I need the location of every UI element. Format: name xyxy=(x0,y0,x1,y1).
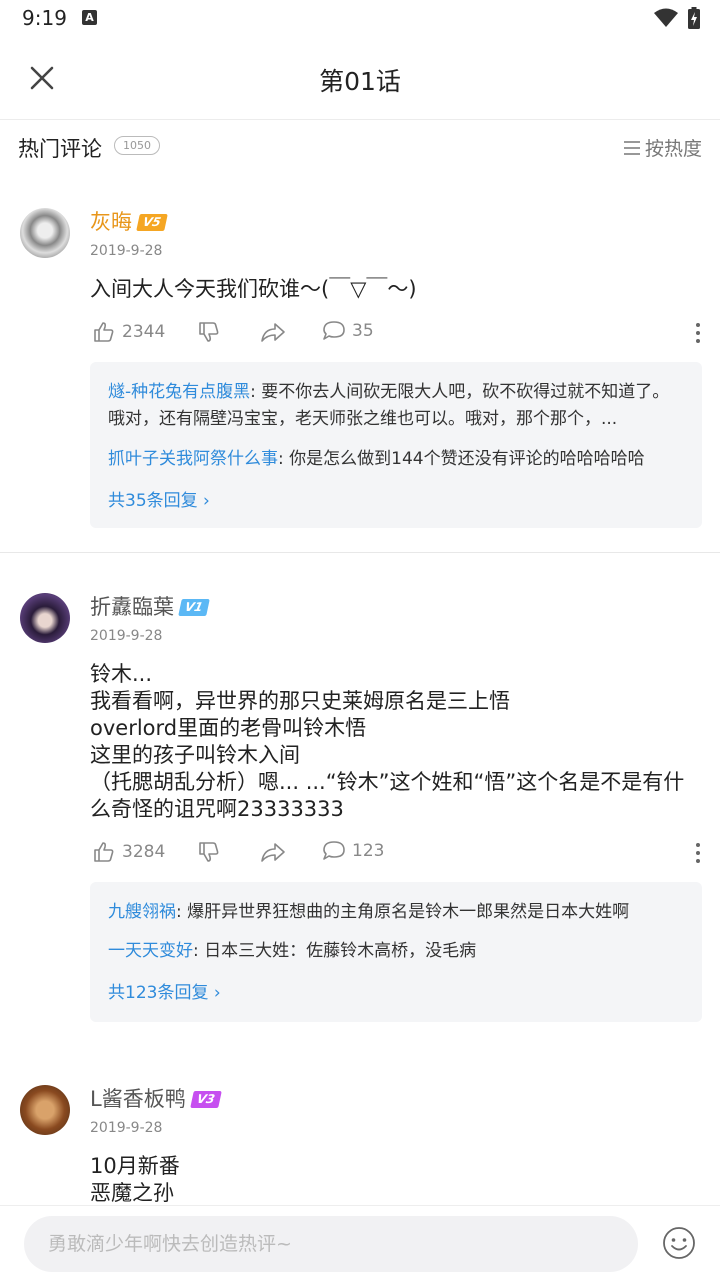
sort-label: 按热度 xyxy=(644,138,702,160)
like-icon xyxy=(94,322,114,342)
comment-text: 铃木... 我看看啊，异世界的那只史莱姆原名是三上悟 overlord里面的老骨… xyxy=(90,662,685,821)
comment-actions: 2344 35 xyxy=(92,320,704,350)
comment-date: 2019-9-28 xyxy=(90,243,163,259)
reply-username[interactable]: 燧-种花兔有点腹黑 xyxy=(108,382,250,402)
username[interactable]: 折纛臨葉 V1 xyxy=(90,591,210,621)
section-title: 热门评论 xyxy=(18,137,102,161)
reply-item[interactable]: 燧-种花兔有点腹黑: 要不你去人间砍无限大人吧，砍不砍得过就不知道了。哦对，还有… xyxy=(108,379,684,433)
comment-icon xyxy=(323,841,345,860)
comment-item: 折纛臨葉 V1 2019-9-28 铃木... 我看看啊，异世界的那只史莱姆原名是… xyxy=(0,585,720,1045)
reply-item[interactable]: 抓叶子关我阿祭什么事: 你是怎么做到144个赞还没有评论的哈哈哈哈哈 xyxy=(108,446,684,473)
top-bar: 第01话 xyxy=(0,38,720,120)
dislike-icon xyxy=(199,842,219,862)
username[interactable]: 灰晦 V5 xyxy=(90,206,168,236)
comment-input-bar xyxy=(0,1205,720,1280)
share-button[interactable] xyxy=(260,840,286,864)
reply-username[interactable]: 九艘翎祸 xyxy=(108,902,176,922)
reply-text: : 爆肝异世界狂想曲的主角原名是铃木一郎果然是日本大姓啊 xyxy=(176,902,630,922)
avatar[interactable] xyxy=(20,593,70,643)
level-badge: V5 xyxy=(136,214,168,231)
comment-input[interactable] xyxy=(24,1216,638,1272)
status-time: 9:19 xyxy=(22,6,67,30)
reply-preview-box[interactable]: 燧-种花兔有点腹黑: 要不你去人间砍无限大人吧，砍不砍得过就不知道了。哦对，还有… xyxy=(90,362,702,528)
username[interactable]: L酱香板鸭 V3 xyxy=(90,1083,222,1113)
reply-item[interactable]: 九艘翎祸: 爆肝异世界狂想曲的主角原名是铃木一郎果然是日本大姓啊 xyxy=(108,899,684,926)
reply-item[interactable]: 一天天变好: 日本三大姓：佐藤铃木高桥，没毛病 xyxy=(108,938,684,965)
reply-username[interactable]: 一天天变好 xyxy=(108,941,193,961)
comment-icon xyxy=(323,321,345,340)
wifi-icon xyxy=(654,8,678,27)
reply-username[interactable]: 抓叶子关我阿祭什么事 xyxy=(108,449,278,469)
comment-count-badge: 1050 xyxy=(114,136,160,155)
reply-button[interactable]: 35 xyxy=(322,320,374,342)
avatar[interactable] xyxy=(20,208,70,258)
status-bar: 9:19 A xyxy=(0,0,720,38)
reply-preview-box[interactable]: 九艘翎祸: 爆肝异世界狂想曲的主角原名是铃木一郎果然是日本大姓啊 一天天变好: … xyxy=(90,882,702,1022)
emoji-icon[interactable] xyxy=(662,1226,696,1260)
share-button[interactable] xyxy=(260,320,286,344)
share-icon xyxy=(261,323,285,342)
like-button[interactable]: 3284 xyxy=(92,840,165,864)
more-icon[interactable] xyxy=(694,322,702,344)
comment-actions: 3284 123 xyxy=(92,840,704,870)
dislike-button[interactable] xyxy=(197,320,221,344)
comment-date: 2019-9-28 xyxy=(90,1120,163,1136)
dislike-button[interactable] xyxy=(197,840,221,864)
sort-button[interactable]: 按热度 xyxy=(623,134,702,161)
comment-text: 入间大人今天我们砍谁～(￣▽￣～) xyxy=(90,277,417,301)
sort-icon xyxy=(623,140,640,155)
comment-text: 10月新番 恶魔之孙 xyxy=(90,1154,180,1205)
view-all-replies-link[interactable]: 共123条回复 › xyxy=(108,978,221,1003)
reply-button[interactable]: 123 xyxy=(322,840,384,862)
share-icon xyxy=(261,843,285,862)
comment-date: 2019-9-28 xyxy=(90,628,163,644)
more-icon[interactable] xyxy=(694,842,702,864)
avatar[interactable] xyxy=(20,1085,70,1135)
hot-comments-header: 热门评论 1050 按热度 xyxy=(0,121,720,173)
reply-text: : 日本三大姓：佐藤铃木高桥，没毛病 xyxy=(193,941,477,961)
comment-item: L酱香板鸭 V3 2019-9-28 10月新番 恶魔之孙 xyxy=(0,1077,720,1205)
level-badge: V3 xyxy=(189,1091,222,1108)
comment-item: 灰晦 V5 2019-9-28 入间大人今天我们砍谁～(￣▽￣～) 2344 35… xyxy=(0,200,720,552)
notification-a-icon: A xyxy=(82,10,97,25)
like-icon xyxy=(94,842,114,862)
view-all-replies-link[interactable]: 共35条回复 › xyxy=(108,486,210,511)
reply-text: : 你是怎么做到144个赞还没有评论的哈哈哈哈哈 xyxy=(278,449,645,469)
page-title: 第01话 xyxy=(319,67,401,96)
like-button[interactable]: 2344 xyxy=(92,320,165,344)
battery-icon xyxy=(688,7,700,29)
divider xyxy=(0,552,720,553)
level-badge: V1 xyxy=(178,599,210,616)
dislike-icon xyxy=(199,322,219,342)
